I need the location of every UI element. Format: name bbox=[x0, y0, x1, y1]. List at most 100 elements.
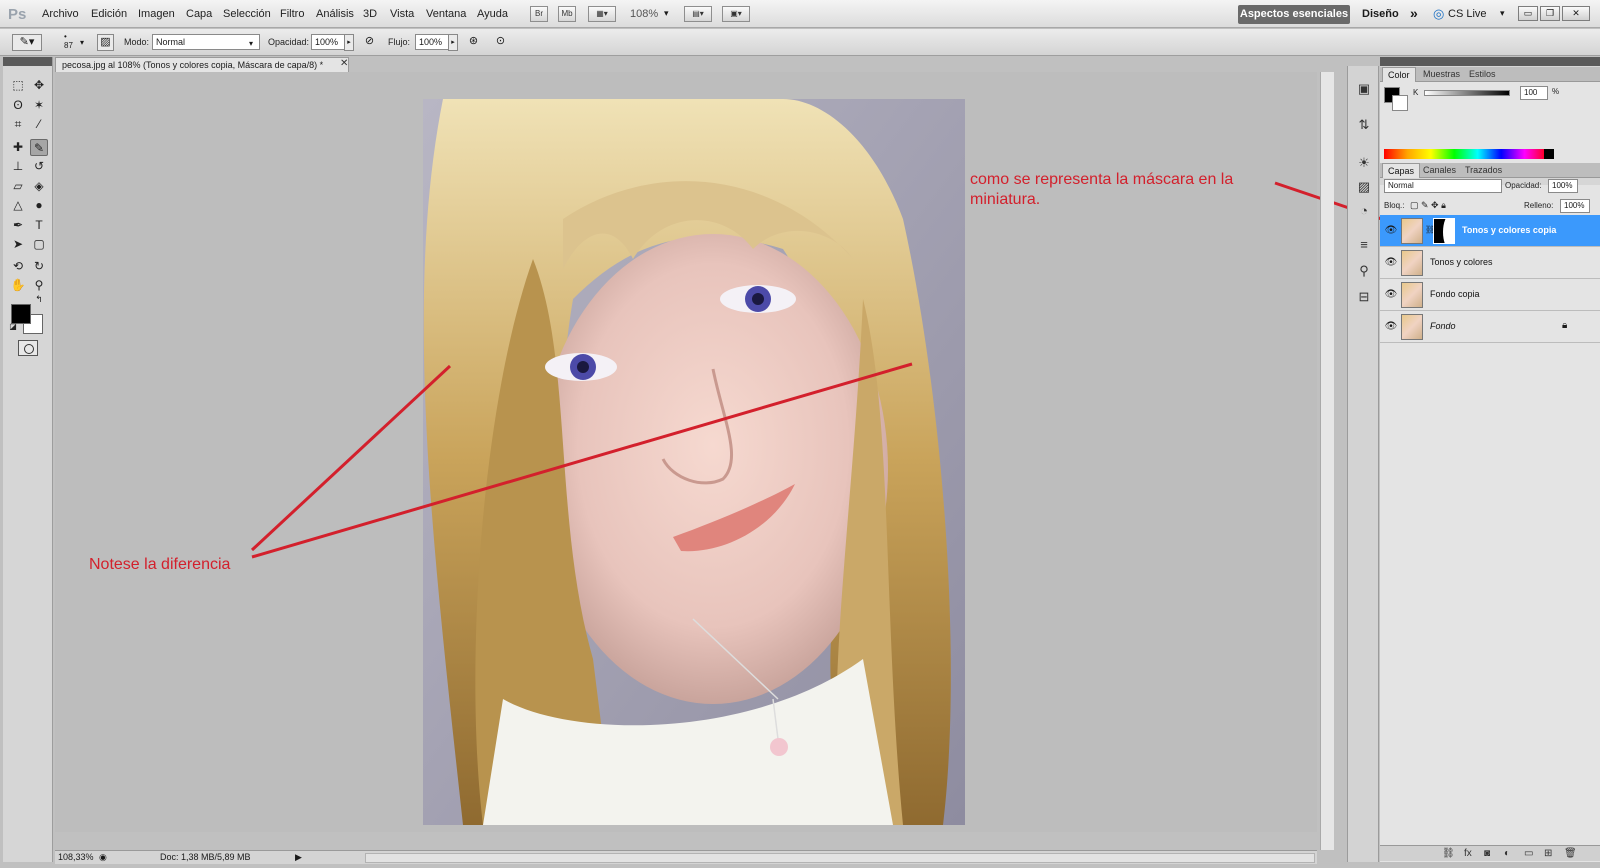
minibridge-panel-icon[interactable]: ▣ bbox=[1355, 80, 1373, 98]
menu-ayuda[interactable]: Ayuda bbox=[477, 8, 508, 20]
3d-orbit-tool-icon[interactable]: ↻ bbox=[30, 258, 48, 275]
fill-field[interactable]: 100% bbox=[1560, 199, 1590, 213]
cslive-menu[interactable]: CS Live bbox=[1448, 8, 1487, 20]
bridge-button[interactable]: Br bbox=[530, 6, 548, 22]
layer-style-icon[interactable]: fx bbox=[1464, 848, 1472, 859]
masks-panel-icon[interactable]: ▨ bbox=[1355, 178, 1373, 196]
layer-thumbnail[interactable] bbox=[1401, 282, 1423, 308]
eye-icon[interactable]: 👁︎ bbox=[1384, 321, 1398, 333]
layer-mask-thumbnail[interactable] bbox=[1433, 218, 1455, 244]
layer-name[interactable]: Fondo copia bbox=[1430, 289, 1480, 299]
status-info-icon[interactable]: ◉ bbox=[99, 851, 107, 864]
layer-thumbnail[interactable] bbox=[1401, 250, 1423, 276]
photo-canvas[interactable] bbox=[423, 99, 965, 825]
close-icon[interactable]: ✕ bbox=[340, 58, 348, 69]
workspace-essentials-button[interactable]: Aspectos esenciales bbox=[1238, 5, 1350, 24]
blend-mode-select[interactable]: Normal bbox=[1384, 179, 1502, 193]
layer-row[interactable]: 👁︎ Fondo 🔒︎ bbox=[1380, 311, 1600, 343]
chevron-down-icon[interactable]: ▾ bbox=[1500, 8, 1505, 19]
paint-bucket-tool-icon[interactable]: ◈ bbox=[30, 178, 48, 195]
minimize-button[interactable]: ▭ bbox=[1518, 6, 1538, 21]
view-extras-icon[interactable]: ▦▾ bbox=[588, 6, 616, 22]
tool-presets-panel-icon[interactable]: ⊟ bbox=[1355, 288, 1373, 306]
eye-icon[interactable]: 👁︎ bbox=[1384, 289, 1398, 301]
chevron-down-icon[interactable]: ▾ bbox=[664, 8, 669, 19]
layer-row[interactable]: 👁︎ Fondo copia bbox=[1380, 279, 1600, 311]
delete-layer-icon[interactable]: 🗑︎ bbox=[1564, 848, 1577, 859]
menu-analisis[interactable]: Análisis bbox=[316, 8, 354, 20]
adjustments-panel-icon[interactable]: ☀ bbox=[1355, 154, 1373, 172]
menu-capa[interactable]: Capa bbox=[186, 8, 212, 20]
blur-tool-icon[interactable]: △ bbox=[9, 197, 27, 214]
dodge-tool-icon[interactable]: ● bbox=[30, 197, 48, 214]
restore-button[interactable]: ❐ bbox=[1540, 6, 1560, 21]
layer-name[interactable]: Fondo bbox=[1430, 321, 1456, 331]
layer-thumbnail[interactable] bbox=[1401, 314, 1423, 340]
magic-wand-tool-icon[interactable]: ✶ bbox=[30, 97, 48, 114]
3d-rotate-tool-icon[interactable]: ⟲ bbox=[9, 258, 27, 275]
menu-edicion[interactable]: Edición bbox=[91, 8, 127, 20]
eraser-tool-icon[interactable]: ▱ bbox=[9, 178, 27, 195]
opacity-field[interactable]: 100% bbox=[311, 34, 345, 50]
add-mask-icon[interactable]: ◙ bbox=[1484, 848, 1490, 859]
minibridge-button[interactable]: Mb bbox=[558, 6, 576, 22]
hand-tool-icon[interactable]: ✋ bbox=[9, 277, 27, 294]
adjustment-layer-icon[interactable]: ◐ bbox=[1504, 848, 1510, 859]
tools-panel-header[interactable] bbox=[3, 57, 52, 66]
layer-opacity-field[interactable]: 100% bbox=[1548, 179, 1578, 193]
brush-presets-panel-icon[interactable]: ≡ bbox=[1355, 236, 1373, 254]
tab-canales[interactable]: Canales bbox=[1418, 163, 1461, 178]
eye-icon[interactable]: 👁︎ bbox=[1384, 225, 1398, 237]
pressure-size-icon[interactable]: ⊙ bbox=[492, 34, 509, 51]
type-tool-icon[interactable]: T bbox=[30, 217, 48, 234]
color-spectrum[interactable] bbox=[1384, 149, 1548, 159]
brush-panel-icon[interactable]: ▨ bbox=[97, 34, 114, 51]
navigator-panel-icon[interactable]: ◔ bbox=[1355, 202, 1373, 220]
flow-field[interactable]: 100% bbox=[415, 34, 449, 50]
layer-row[interactable]: 👁︎ Tonos y colores bbox=[1380, 247, 1600, 279]
history-brush-tool-icon[interactable]: ↺ bbox=[30, 158, 48, 175]
foreground-color-swatch[interactable] bbox=[11, 304, 31, 324]
more-workspaces-icon[interactable]: » bbox=[1410, 5, 1418, 21]
chevron-down-icon[interactable]: ▾ bbox=[80, 38, 84, 47]
opacity-slider-arrow[interactable]: ▸ bbox=[344, 34, 354, 51]
move-tool-icon[interactable]: ✥ bbox=[30, 77, 48, 94]
new-layer-icon[interactable]: ⊞ bbox=[1544, 848, 1552, 859]
quick-mask-button[interactable] bbox=[18, 340, 38, 356]
tab-trazados[interactable]: Trazados bbox=[1460, 163, 1507, 178]
menu-imagen[interactable]: Imagen bbox=[138, 8, 175, 20]
swap-colors-icon[interactable]: ↰ bbox=[33, 293, 45, 305]
path-selection-tool-icon[interactable]: ➤ bbox=[9, 236, 27, 253]
eyedropper-tool-icon[interactable]: ⁄ bbox=[30, 116, 48, 133]
screen-mode-icon[interactable]: ▣▾ bbox=[722, 6, 750, 22]
k-slider[interactable] bbox=[1424, 90, 1510, 96]
default-colors-icon[interactable]: ◪ bbox=[8, 322, 18, 332]
lock-icons[interactable]: ▢ ✎ ✥ 🔒︎ bbox=[1410, 200, 1446, 211]
status-menu-arrow-icon[interactable]: ▶ bbox=[295, 851, 302, 864]
clone-source-panel-icon[interactable]: ⚲ bbox=[1355, 262, 1373, 280]
flow-slider-arrow[interactable]: ▸ bbox=[448, 34, 458, 51]
mode-select[interactable]: Normal bbox=[152, 34, 260, 50]
brush-tool-icon[interactable]: ✎ bbox=[30, 139, 48, 156]
menu-vista[interactable]: Vista bbox=[390, 8, 414, 20]
color-spectrum-black[interactable] bbox=[1544, 149, 1554, 159]
menu-3d[interactable]: 3D bbox=[363, 8, 377, 20]
arrange-documents-icon[interactable]: ▤▾ bbox=[684, 6, 712, 22]
layer-row[interactable]: 👁︎ ⛓︎ Tonos y colores copia bbox=[1380, 215, 1600, 247]
tab-capas[interactable]: Capas bbox=[1382, 163, 1421, 178]
document-tab[interactable]: pecosa.jpg al 108% (Tonos y colores copi… bbox=[55, 57, 349, 72]
zoom-tool-icon[interactable]: ⚲ bbox=[30, 277, 48, 294]
lasso-tool-icon[interactable]: ʘ bbox=[9, 97, 27, 114]
pen-tool-icon[interactable]: ✒ bbox=[9, 217, 27, 234]
shape-tool-icon[interactable]: ▢ bbox=[30, 236, 48, 253]
close-window-button[interactable]: ✕ bbox=[1562, 6, 1590, 21]
menu-filtro[interactable]: Filtro bbox=[280, 8, 304, 20]
tab-muestras[interactable]: Muestras bbox=[1418, 67, 1465, 82]
healing-brush-tool-icon[interactable]: ✚ bbox=[9, 139, 27, 156]
tab-color[interactable]: Color bbox=[1382, 67, 1416, 82]
color-bg-swatch[interactable] bbox=[1392, 95, 1408, 111]
new-group-icon[interactable]: ▭ bbox=[1524, 848, 1533, 859]
layer-thumbnail[interactable] bbox=[1401, 218, 1423, 244]
brush-preset-picker[interactable]: ✎▾ bbox=[12, 34, 42, 51]
chevron-down-icon[interactable]: ▾ bbox=[249, 39, 253, 48]
